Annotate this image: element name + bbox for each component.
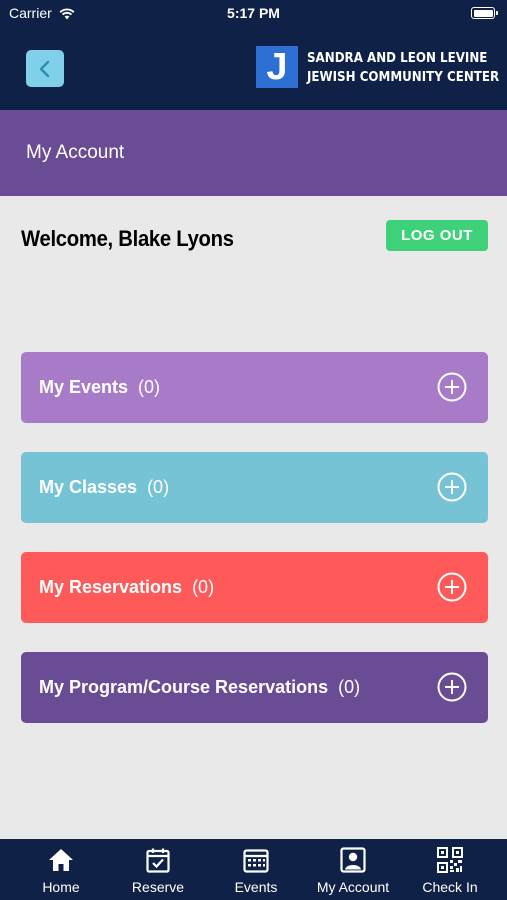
my-program-course-reservations-card[interactable]: My Program/Course Reservations (0) [21,652,488,723]
tab-home[interactable]: Home [11,839,111,900]
my-events-card[interactable]: My Events (0) [21,352,488,423]
home-icon [49,849,73,871]
section-title: My Classes [39,477,138,497]
account-icon [340,847,366,873]
back-button[interactable] [26,50,64,87]
tab-label: My Account [316,879,390,895]
logout-button[interactable]: LOG OUT [386,220,488,251]
jcc-logo-text: SANDRA AND LEON LEVINE JEWISH COMMUNITY … [307,49,499,87]
logo-line-1: SANDRA AND LEON LEVINE [307,50,488,66]
jcc-logo-mark: J [256,46,298,88]
status-bar: Carrier 5:17 PM [0,0,507,28]
status-time: 5:17 PM [227,5,280,21]
plus-circle-icon[interactable] [437,572,467,602]
page-title: My Account [26,142,125,163]
chevron-left-icon [39,60,50,77]
qr-code-icon [437,847,463,873]
section-count: (0) [147,477,170,497]
tab-label: Check In [422,879,478,895]
welcome-message: Welcome, Blake Lyons [21,226,234,251]
section-count: (0) [338,677,361,697]
calendar-grid-icon [243,849,269,873]
section-count: (0) [192,577,215,597]
tab-bar: Home Reserve Events My Account Check In [0,839,507,900]
app-header: J SANDRA AND LEON LEVINE JEWISH COMMUNIT… [0,28,507,110]
tab-label: Home [42,879,80,895]
my-reservations-card[interactable]: My Reservations (0) [21,552,488,623]
my-classes-card[interactable]: My Classes (0) [21,452,488,523]
tab-label: Events [234,879,278,895]
tab-label: Reserve [131,879,185,895]
logo-line-2: JEWISH COMMUNITY CENTER [307,69,500,85]
section-title: My Reservations [39,577,183,597]
tab-check-in[interactable]: Check In [400,839,500,900]
plus-circle-icon[interactable] [437,372,467,402]
plus-circle-icon[interactable] [437,672,467,702]
title-bar: My Account [0,110,507,196]
battery-icon [471,7,498,19]
tab-reserve[interactable]: Reserve [108,839,208,900]
plus-circle-icon[interactable] [437,472,467,502]
section-title: My Program/Course Reservations [39,677,329,697]
battery-level [473,9,493,17]
tab-events[interactable]: Events [206,839,306,900]
tab-my-account[interactable]: My Account [303,839,403,900]
calendar-check-icon [146,848,170,873]
section-title: My Events [39,377,129,397]
section-count: (0) [138,377,161,397]
